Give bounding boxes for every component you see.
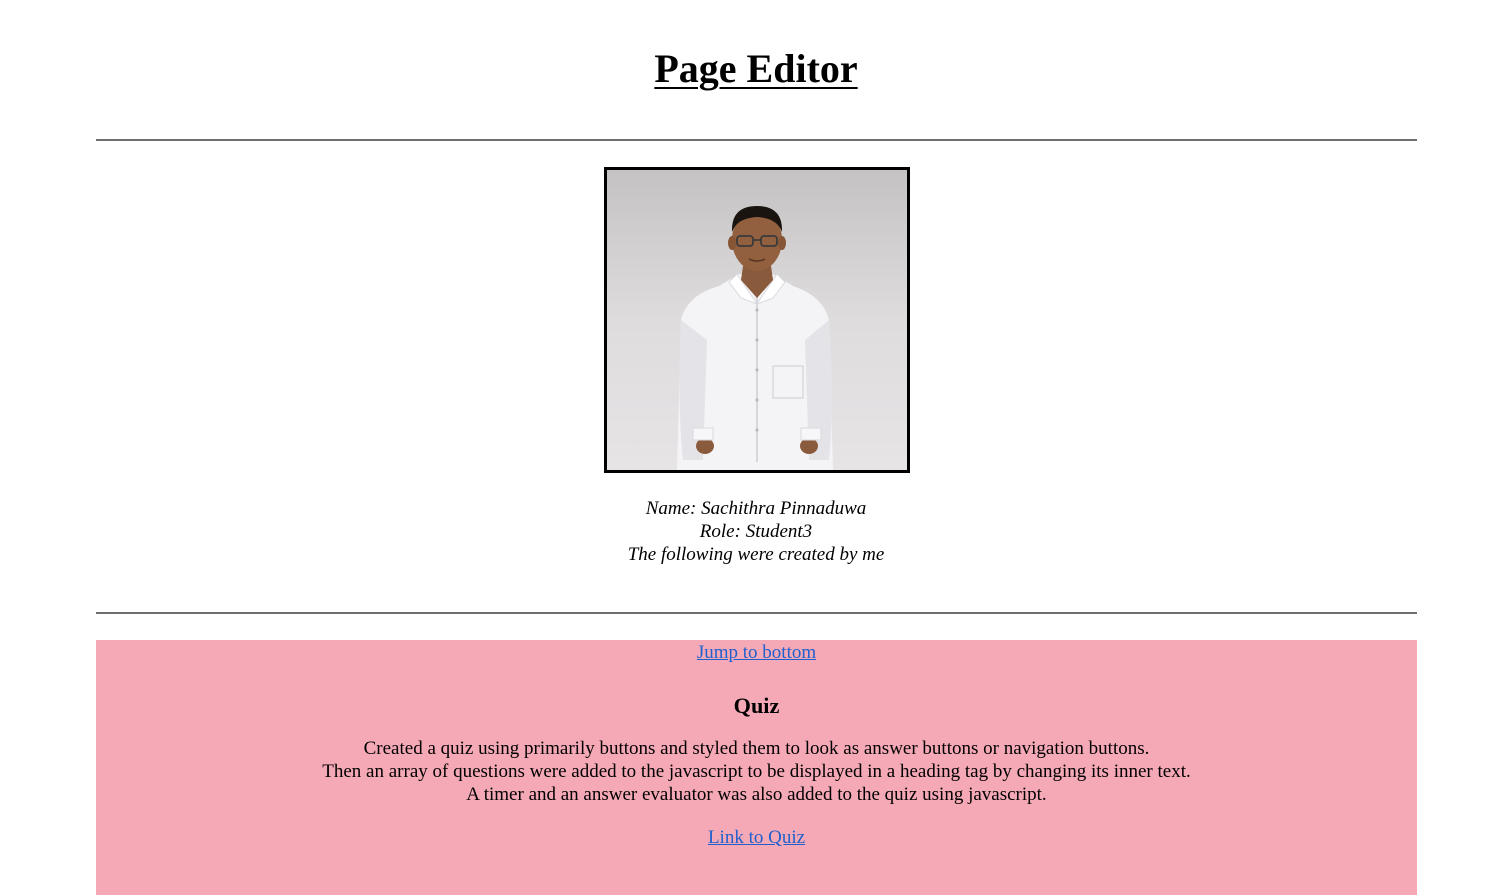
profile-bio: Name: Sachithra Pinnaduwa Role: Student3…: [0, 497, 1502, 566]
profile-name: Name: Sachithra Pinnaduwa: [645, 498, 867, 519]
profile-photo-illustration: [607, 170, 907, 470]
project-description-line: A timer and an answer evaluator was also…: [466, 784, 1047, 805]
project-title: Quiz: [733, 693, 780, 718]
link-to-quiz[interactable]: Link to Quiz: [708, 827, 805, 848]
profile-intro: The following were created by me: [627, 544, 885, 565]
page-title: Page Editor: [654, 46, 858, 91]
top-divider: [96, 139, 1417, 141]
project-link-container: Link to Quiz: [96, 826, 1417, 849]
project-description-line: Created a quiz using primarily buttons a…: [363, 738, 1150, 759]
page: Page Editor Name: Sachithra Pinnaduwa Ro…: [0, 0, 1502, 895]
profile-photo: [604, 167, 910, 473]
project-description: Created a quiz using primarily buttons a…: [96, 737, 1417, 806]
middle-divider: [96, 612, 1417, 614]
project-description-line: Then an array of questions were added to…: [322, 761, 1191, 782]
project-section-quiz: Jump to bottom Quiz Created a quiz using…: [96, 640, 1417, 895]
jump-link-container: Jump to bottom: [96, 641, 1417, 664]
jump-to-bottom-link[interactable]: Jump to bottom: [697, 642, 816, 663]
profile-role: Role: Student3: [699, 521, 813, 542]
